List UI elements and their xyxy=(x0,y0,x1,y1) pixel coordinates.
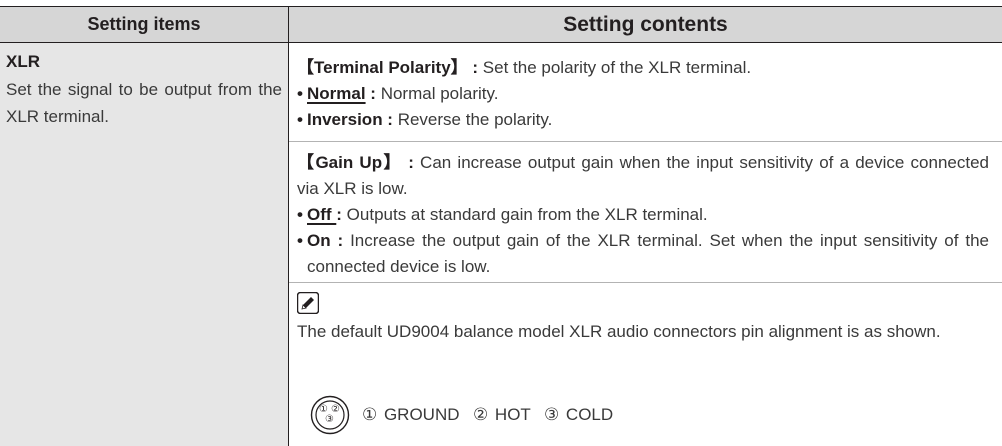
connector-pin-3: ③ xyxy=(325,414,334,425)
bullet-dot: • xyxy=(297,231,303,250)
option-normal-text: Normal polarity. xyxy=(375,84,499,103)
option-normal-label: Normal xyxy=(307,84,366,103)
xlr-connector-diagram: ① ② ③ xyxy=(310,395,350,435)
option-off-text: Outputs at standard gain from the XLR te… xyxy=(341,205,708,224)
option-normal-separator: : xyxy=(365,84,376,103)
section-divider xyxy=(289,282,1002,283)
option-inversion: • Inversion : Reverse the polarity. xyxy=(297,107,989,133)
bullet-dot: • xyxy=(297,84,303,103)
column-divider xyxy=(288,43,289,446)
option-on-label: On : xyxy=(307,231,344,250)
table-header: Setting items Setting contents xyxy=(0,6,1002,43)
item-title: XLR xyxy=(6,52,40,71)
gain-up-line: 【Gain Up】 : Can increase output gain whe… xyxy=(297,150,989,202)
option-off: • Off : Outputs at standard gain from the… xyxy=(297,202,989,228)
option-on: • On : Increase the output gain of the XL… xyxy=(297,228,989,280)
option-on-text: Increase the output gain of the XLR term… xyxy=(307,231,989,276)
gain-up-section: 【Gain Up】 : Can increase output gain whe… xyxy=(297,150,989,280)
bullet-dot: • xyxy=(297,110,303,129)
bullet-dot: • xyxy=(297,205,303,224)
terminal-polarity-description: Set the polarity of the XLR terminal. xyxy=(478,58,752,77)
terminal-polarity-section: 【Terminal Polarity】 : Set the polarity o… xyxy=(297,55,989,133)
section-divider xyxy=(289,141,1002,142)
option-normal: • Normal : Normal polarity. xyxy=(297,81,989,107)
terminal-polarity-heading: 【Terminal Polarity】 : xyxy=(297,58,479,77)
pin-legend: ① GROUND ② HOT ③ COLD xyxy=(362,405,614,424)
pin-alignment-row: ① ② ③ ① GROUND ② HOT ③ COLD xyxy=(310,393,613,437)
option-off-label: Off xyxy=(307,205,337,224)
note-text: The default UD9004 balance model XLR aud… xyxy=(297,322,941,341)
header-setting-contents: Setting contents xyxy=(563,12,728,36)
pencil-icon xyxy=(296,291,320,315)
option-inversion-text: Reverse the polarity. xyxy=(392,110,553,129)
gain-up-heading: 【Gain Up】 : xyxy=(297,153,414,172)
terminal-polarity-line: 【Terminal Polarity】 : Set the polarity o… xyxy=(297,55,989,81)
option-inversion-label: Inversion : xyxy=(307,110,393,129)
item-description: Set the signal to be output from the XLR… xyxy=(6,80,282,126)
header-setting-items: Setting items xyxy=(87,14,201,34)
